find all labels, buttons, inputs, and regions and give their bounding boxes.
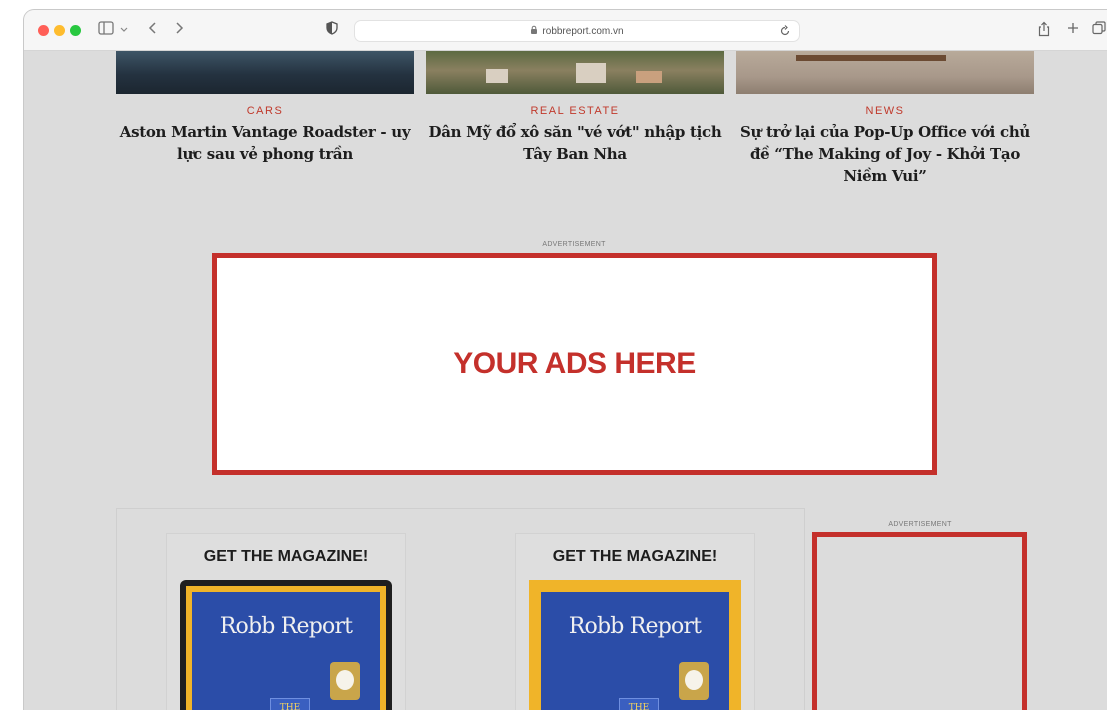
tabs-icon[interactable]	[1092, 21, 1106, 35]
article-image-real-estate[interactable]	[426, 51, 724, 94]
reload-icon[interactable]	[779, 24, 791, 41]
article-image-cars[interactable]	[116, 51, 414, 94]
article-title[interactable]: Dân Mỹ đổ xô săn "vé vớt" nhập tịch Tây …	[420, 121, 730, 165]
chevron-down-icon[interactable]	[120, 22, 128, 36]
magazine-cover-image[interactable]: Robb Report THE	[180, 580, 392, 710]
article-category[interactable]: NEWS	[730, 104, 1040, 118]
side-advertisement-label: ADVERTISEMENT	[888, 521, 952, 528]
shield-icon[interactable]	[326, 21, 338, 35]
browser-window: robbreport.com.vn CARS Aston Martin Vant…	[24, 10, 1107, 710]
magazine-brand: Robb Report	[568, 614, 702, 639]
magazine-title: GET THE MAGAZINE!	[203, 548, 369, 565]
back-icon[interactable]	[148, 21, 158, 35]
new-tab-icon[interactable]	[1067, 21, 1079, 35]
magazine-card[interactable]: GET THE MAGAZINE! Robb Report THE	[166, 533, 406, 710]
article-card[interactable]: REAL ESTATE Dân Mỹ đổ xô săn "vé vớt" nh…	[420, 104, 730, 165]
cover-word: THE	[619, 698, 659, 710]
article-category[interactable]: CARS	[110, 104, 420, 118]
watch-image	[330, 662, 360, 700]
magazine-title: GET THE MAGAZINE!	[552, 548, 718, 565]
magazine-section: GET THE MAGAZINE! Robb Report THE GET TH…	[116, 508, 805, 710]
article-title[interactable]: Sự trở lại của Pop-Up Office với chủ đề …	[730, 121, 1040, 187]
article-card[interactable]: NEWS Sự trở lại của Pop-Up Office với ch…	[730, 104, 1040, 187]
page-content: CARS Aston Martin Vantage Roadster - uy …	[24, 51, 1107, 710]
cover-word: THE	[270, 698, 310, 710]
close-window-button[interactable]	[38, 25, 49, 36]
browser-toolbar: robbreport.com.vn	[24, 10, 1107, 51]
advertisement-label: ADVERTISEMENT	[542, 241, 606, 248]
share-icon[interactable]	[1038, 21, 1050, 37]
article-title[interactable]: Aston Martin Vantage Roadster - uy lực s…	[110, 121, 420, 165]
address-bar[interactable]: robbreport.com.vn	[354, 20, 800, 42]
magazine-card[interactable]: GET THE MAGAZINE! Robb Report THE	[515, 533, 755, 710]
magazine-brand: Robb Report	[219, 614, 353, 639]
lock-icon	[530, 25, 538, 38]
minimize-window-button[interactable]	[54, 25, 65, 36]
url-text: robbreport.com.vn	[542, 25, 624, 37]
advertisement-text: YOUR ADS HERE	[453, 347, 696, 380]
side-advertisement[interactable]	[812, 532, 1027, 710]
zoom-window-button[interactable]	[70, 25, 81, 36]
article-card[interactable]: CARS Aston Martin Vantage Roadster - uy …	[110, 104, 420, 165]
advertisement-banner[interactable]: YOUR ADS HERE	[212, 253, 937, 475]
forward-icon[interactable]	[174, 21, 184, 35]
article-category[interactable]: REAL ESTATE	[420, 104, 730, 118]
watch-image	[679, 662, 709, 700]
article-image-news[interactable]	[736, 51, 1034, 94]
magazine-cover-image[interactable]: Robb Report THE	[529, 580, 741, 710]
sidebar-icon[interactable]	[98, 21, 114, 35]
